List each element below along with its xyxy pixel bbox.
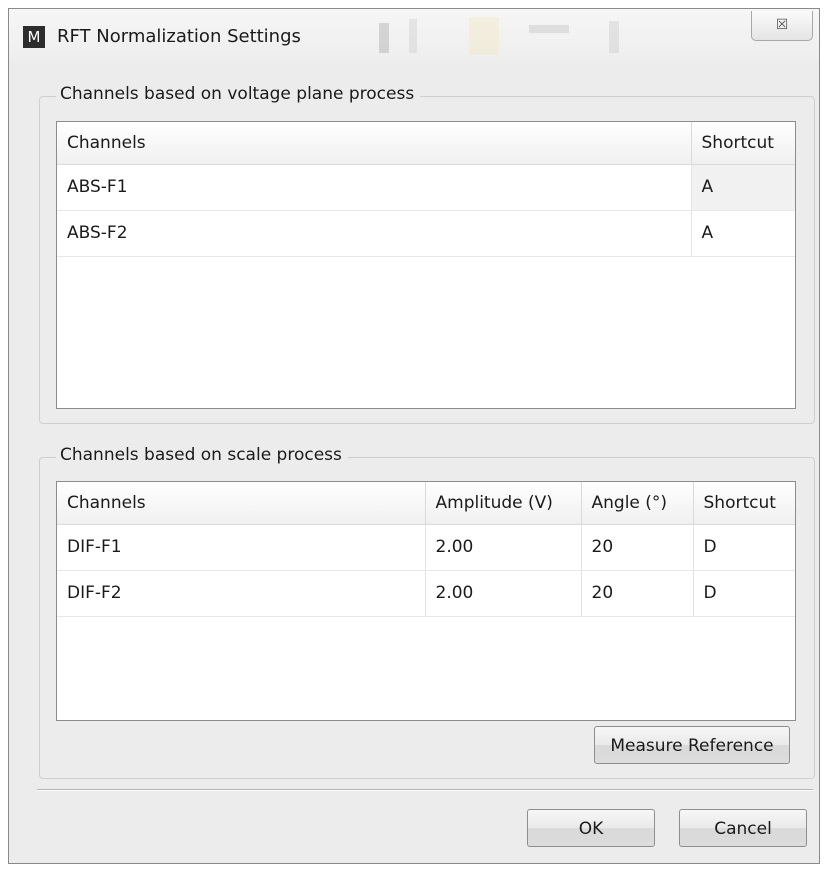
table-row[interactable]: DIF-F2 2.00 20 D — [57, 570, 795, 617]
titlebar-decoration — [379, 17, 619, 55]
app-logo-icon: M — [23, 26, 45, 48]
table-header-row: Channels Shortcut — [57, 122, 795, 165]
channel-cell[interactable]: ABS-F2 — [57, 210, 692, 257]
channel-cell[interactable]: DIF-F2 — [57, 570, 426, 617]
ok-button[interactable]: OK — [527, 809, 655, 847]
column-header-channels[interactable]: Channels — [57, 482, 426, 525]
amplitude-cell[interactable]: 2.00 — [425, 524, 582, 571]
scale-process-group-title: Channels based on scale process — [56, 445, 348, 465]
voltage-plane-group-title: Channels based on voltage plane process — [56, 84, 421, 104]
table-row[interactable]: ABS-F1 A — [57, 164, 795, 211]
amplitude-cell[interactable]: 2.00 — [425, 570, 582, 617]
angle-cell[interactable]: 20 — [581, 570, 694, 617]
shortcut-cell[interactable]: A — [691, 210, 795, 257]
scale-channels-table[interactable]: Channels Amplitude (V) Angle (°) Shortcu… — [56, 481, 796, 721]
dialog-window: M RFT Normalization Settings ☒ Channels … — [8, 8, 820, 864]
scale-process-group: Channels based on scale process Channels… — [39, 445, 815, 779]
measure-reference-button[interactable]: Measure Reference — [594, 726, 790, 764]
shortcut-cell[interactable]: D — [693, 570, 795, 617]
footer-separator — [37, 789, 813, 791]
shortcut-cell[interactable]: D — [693, 524, 795, 571]
shortcut-cell[interactable]: A — [691, 164, 795, 211]
channel-cell[interactable]: DIF-F1 — [57, 524, 426, 571]
channel-cell[interactable]: ABS-F1 — [57, 164, 692, 211]
table-row[interactable]: ABS-F2 A — [57, 210, 795, 257]
voltage-channels-table[interactable]: Channels Shortcut ABS-F1 A ABS-F2 A — [56, 121, 796, 409]
column-header-channels[interactable]: Channels — [57, 122, 692, 165]
cancel-button[interactable]: Cancel — [679, 809, 807, 847]
close-button[interactable]: ☒ — [751, 11, 813, 41]
close-icon: ☒ — [775, 17, 789, 33]
column-header-shortcut[interactable]: Shortcut — [691, 122, 795, 165]
column-header-shortcut[interactable]: Shortcut — [693, 482, 795, 525]
table-header-row: Channels Amplitude (V) Angle (°) Shortcu… — [57, 482, 795, 525]
window-title: RFT Normalization Settings — [57, 26, 301, 47]
angle-cell[interactable]: 20 — [581, 524, 694, 571]
voltage-plane-group: Channels based on voltage plane process … — [39, 84, 815, 424]
title-bar[interactable]: M RFT Normalization Settings ☒ — [9, 9, 819, 61]
column-header-angle[interactable]: Angle (°) — [581, 482, 694, 525]
table-row[interactable]: DIF-F1 2.00 20 D — [57, 524, 795, 571]
column-header-amplitude[interactable]: Amplitude (V) — [425, 482, 582, 525]
